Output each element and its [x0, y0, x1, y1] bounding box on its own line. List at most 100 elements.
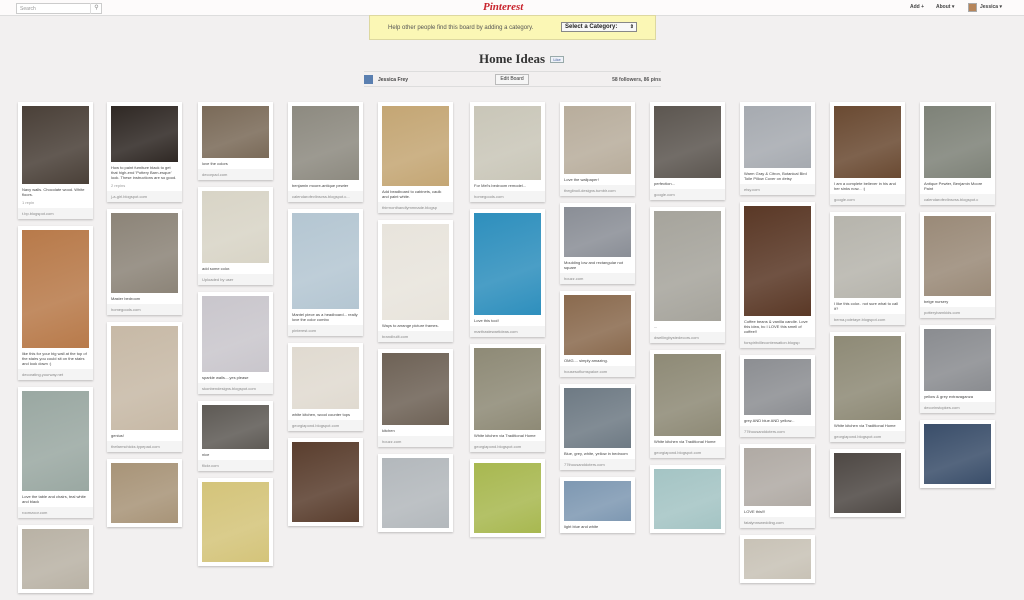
pin-image[interactable]	[654, 469, 721, 529]
pin-image[interactable]	[202, 482, 269, 562]
pin-source-link[interactable]: google.com	[650, 189, 725, 200]
pin-source-link[interactable]: georgiapond.blogspot.com	[288, 420, 363, 431]
pin-source-link[interactable]: calendarofevlinsvss.blogspot.c...	[288, 191, 363, 202]
facebook-like-button[interactable]: Like	[550, 56, 564, 63]
pin-source-link[interactable]: georgiapond.blogspot.com	[470, 441, 545, 452]
pin-source-link[interactable]: housesoflumspaloe.com	[560, 366, 635, 377]
pin-card[interactable]: Blue, grey, white, yellow in bedroom 77th…	[560, 384, 635, 470]
pin-card[interactable]	[198, 478, 273, 566]
pin-image[interactable]	[834, 336, 901, 420]
pin-card[interactable]: white kitchen, wood counter tops georgiap…	[288, 343, 363, 431]
pin-image[interactable]	[744, 106, 811, 168]
pin-card[interactable]: I like this color.. not sure what to cal…	[830, 212, 905, 325]
pin-card[interactable]: nice flickr.com	[198, 401, 273, 471]
pin-image[interactable]	[834, 453, 901, 513]
category-select[interactable]: Select a Category: ⇕	[561, 22, 637, 32]
pin-card[interactable]	[18, 525, 93, 593]
pin-source-link[interactable]: decorating.yourway.net	[18, 369, 93, 380]
pin-source-link[interactable]: brandbuilt.com	[378, 331, 453, 342]
pin-card[interactable]: Add beadboard to cabinets, caulk and pai…	[378, 102, 453, 213]
pin-card[interactable]: sparkle walls....yes please skonbendesign…	[198, 292, 273, 394]
pin-card[interactable]: Moulding low and rectangular not square h…	[560, 203, 635, 284]
pin-card[interactable]: White kitchen via Traditional Home georgi…	[650, 350, 725, 458]
pin-source-link[interactable]: thefarmchicks.typepad.com	[107, 441, 182, 452]
pin-image[interactable]	[202, 405, 269, 449]
pin-image[interactable]	[474, 106, 541, 180]
pin-card[interactable]: Ways to arrange picture frames. brandbuil…	[378, 220, 453, 342]
pin-image[interactable]	[382, 353, 449, 425]
pin-source-link[interactable]: t.bp.blogspot.com	[18, 208, 93, 219]
pin-source-link[interactable]: georgiapond.blogspot.com	[830, 431, 905, 442]
pin-card[interactable]: grey AND blue AND yellow... 77thousanddot…	[740, 355, 815, 437]
pin-source-link[interactable]: 77thousanddoters.com	[740, 426, 815, 437]
pin-card[interactable]: Coffee beans & vanilla candle. Love this…	[740, 202, 815, 348]
owner-avatar[interactable]	[364, 75, 373, 84]
pin-image[interactable]	[22, 391, 89, 491]
magnifier-icon[interactable]: ⚲	[90, 3, 102, 14]
about-menu-button[interactable]: About ▾	[936, 4, 954, 10]
pinterest-logo[interactable]: Pinterest	[483, 1, 523, 13]
pin-image[interactable]	[924, 106, 991, 178]
pin-card[interactable]	[470, 459, 545, 537]
pin-card[interactable]: White kitchen via Traditional Home georgi…	[470, 344, 545, 452]
pin-card[interactable]: benjamin moore-antique pewter calendarofe…	[288, 102, 363, 202]
pin-card[interactable]: ... dwellingbystedecors.com	[650, 207, 725, 343]
pin-image[interactable]	[22, 106, 89, 184]
pin-source-link[interactable]: homegoods.com	[107, 304, 182, 315]
pin-card[interactable]: yellow & grey extravaganza decorinstopkes…	[920, 325, 995, 413]
pin-source-link[interactable]: thirrnonthandlymmnade.blogsp	[378, 202, 453, 213]
pin-source-link[interactable]: fatalynnswedding.com	[740, 517, 815, 528]
pin-image[interactable]	[22, 230, 89, 348]
user-menu-button[interactable]: Jessica ▾	[980, 4, 1002, 10]
pin-image[interactable]	[111, 463, 178, 523]
pin-card[interactable]	[107, 459, 182, 527]
pin-image[interactable]	[564, 295, 631, 355]
pin-card[interactable]: Master bedroom homegoods.com	[107, 209, 182, 315]
pin-image[interactable]	[111, 213, 178, 293]
pin-image[interactable]	[744, 206, 811, 316]
pin-image[interactable]	[654, 106, 721, 178]
pin-card[interactable]: LOVE this!!! fatalynnswedding.com	[740, 444, 815, 528]
pin-card[interactable]: For Mel's bedroom remodel... homegoods.co…	[470, 102, 545, 202]
pin-card[interactable]	[740, 535, 815, 583]
pin-source-link[interactable]: houzz.com	[378, 436, 453, 447]
pin-source-link[interactable]: 77thousanddoters.com	[560, 459, 635, 470]
pin-source-link[interactable]: etsy.com	[740, 184, 815, 195]
add-menu-button[interactable]: Add +	[910, 4, 924, 10]
pin-source-link[interactable]: calendarofevlinsvss.blogspot.c	[920, 194, 995, 205]
pin-source-link[interactable]: theglinoil-designs.tumblr.com	[560, 185, 635, 196]
pin-source-link[interactable]: skonbendesigns.blogspot.com	[198, 383, 273, 394]
pin-image[interactable]	[202, 191, 269, 263]
pin-card[interactable]: Antique Pewter, Benjamin Moore Paint cale…	[920, 102, 995, 205]
pin-source-link[interactable]: flickr.com	[198, 460, 273, 471]
pin-image[interactable]	[654, 211, 721, 321]
pin-image[interactable]	[111, 326, 178, 430]
pin-card[interactable]: light blue and white	[560, 477, 635, 533]
pin-source-link[interactable]: forspiritvillecontensation.blogsp	[740, 337, 815, 348]
pin-image[interactable]	[202, 106, 269, 158]
pin-source-link[interactable]: homegoods.com	[470, 191, 545, 202]
pin-image[interactable]	[564, 481, 631, 521]
pin-card[interactable]: I am a complete believer in his and her …	[830, 102, 905, 205]
pin-card[interactable]: OMG.... simply amazing. housesoflumspaloe…	[560, 291, 635, 377]
pin-source-link[interactable]: roomzoor.com	[18, 507, 93, 518]
pin-image[interactable]	[924, 216, 991, 296]
pin-image[interactable]	[22, 529, 89, 589]
pin-card[interactable]: Love the table and chairs, teal white an…	[18, 387, 93, 518]
pin-image[interactable]	[292, 442, 359, 522]
pin-source-link[interactable]: j-a-girl.blogspot.com	[107, 191, 182, 202]
pin-card[interactable]: add some color. Uploaded by user	[198, 187, 273, 285]
pin-image[interactable]	[564, 106, 631, 174]
pin-card[interactable]	[830, 449, 905, 517]
pin-image[interactable]	[744, 359, 811, 415]
board-owner-link[interactable]: Jessica Frey	[378, 77, 408, 83]
pin-source-link[interactable]: decorpad.com	[198, 169, 273, 180]
pin-image[interactable]	[744, 448, 811, 506]
pin-image[interactable]	[292, 106, 359, 180]
pin-card[interactable]	[288, 438, 363, 526]
pin-image[interactable]	[382, 458, 449, 528]
pin-image[interactable]	[654, 354, 721, 436]
pin-source-link[interactable]: google.com	[830, 194, 905, 205]
pin-source-link[interactable]: decorinstopkes.com	[920, 402, 995, 413]
pin-image[interactable]	[924, 329, 991, 391]
